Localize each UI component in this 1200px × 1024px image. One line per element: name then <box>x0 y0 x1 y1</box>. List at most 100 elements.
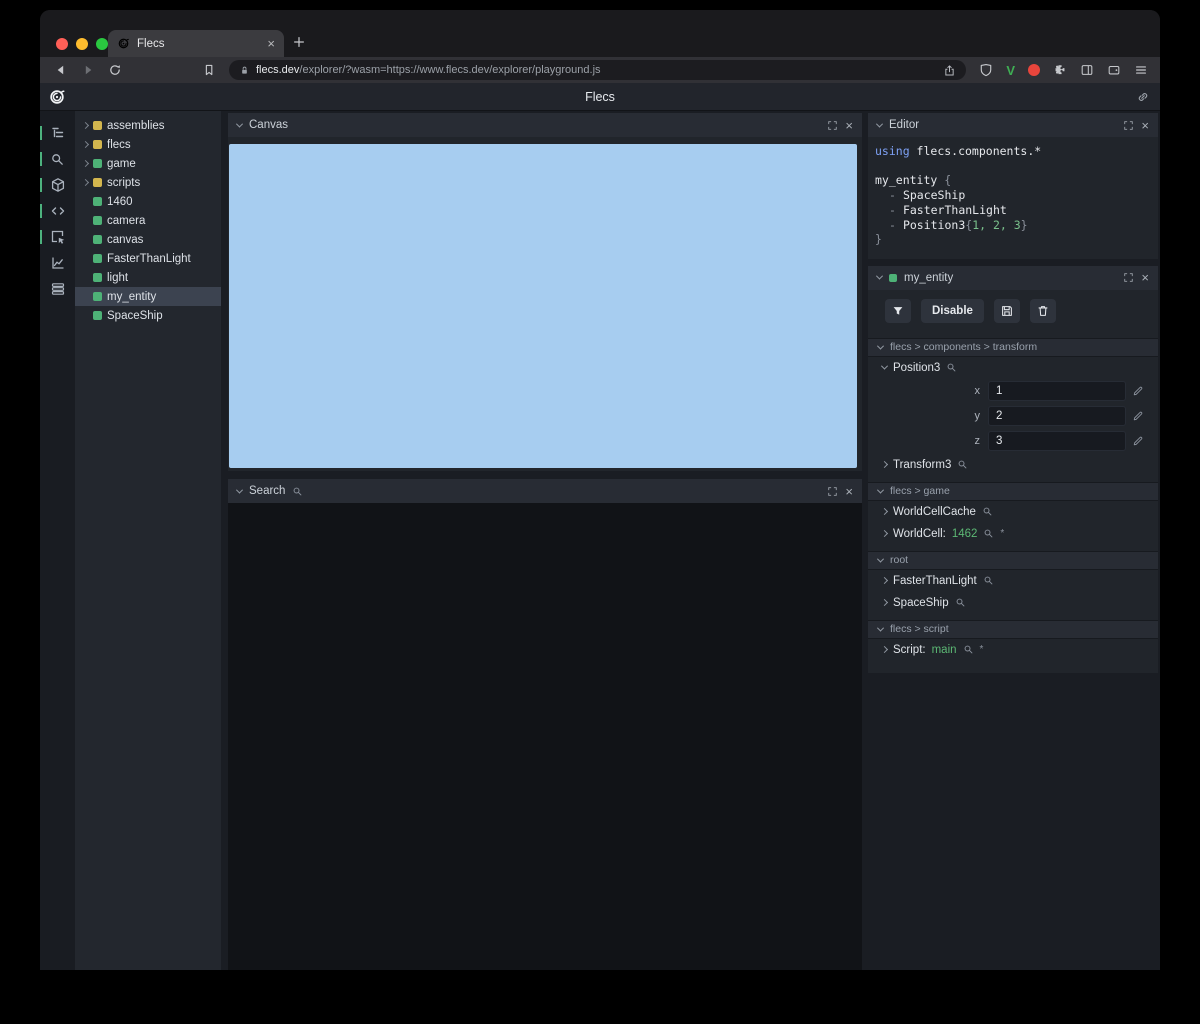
tree-item-assemblies[interactable]: assemblies <box>75 116 221 135</box>
tree-item-spaceship[interactable]: SpaceShip <box>75 306 221 325</box>
expand-icon[interactable] <box>827 486 838 497</box>
delete-button[interactable] <box>1029 298 1056 323</box>
edit-pencil-icon[interactable] <box>1132 385 1144 397</box>
component-row-worldcellcache[interactable]: WorldCellCache <box>868 501 1158 523</box>
magnifier-icon[interactable] <box>982 506 993 517</box>
section-header-script[interactable]: flecs > script <box>868 619 1158 639</box>
search-panel-header: Search × <box>228 479 862 503</box>
share-icon[interactable] <box>943 64 956 77</box>
magnifier-icon[interactable] <box>983 528 994 539</box>
search-panel-body[interactable] <box>228 503 862 970</box>
zoom-window-button[interactable] <box>96 38 108 50</box>
y-value-input[interactable]: 2 <box>988 405 1126 426</box>
close-icon[interactable]: × <box>845 119 853 132</box>
brave-shield-icon[interactable] <box>979 63 993 77</box>
extension-cluster: V <box>1006 63 1148 77</box>
minimize-window-button[interactable] <box>76 38 88 50</box>
browser-tab[interactable]: Flecs × <box>108 30 284 57</box>
tree-item-game[interactable]: game <box>75 154 221 173</box>
tree-item-canvas[interactable]: canvas <box>75 230 221 249</box>
editor-panel-header: Editor × <box>868 113 1158 137</box>
address-bar[interactable]: flecs.dev/explorer/?wasm=https://www.fle… <box>229 60 967 80</box>
code-icon[interactable] <box>40 198 75 224</box>
collapse-icon[interactable] <box>875 120 884 128</box>
tree-item-1460[interactable]: 1460 <box>75 192 221 211</box>
tree-item-scripts[interactable]: scripts <box>75 173 221 192</box>
collapse-icon[interactable] <box>235 120 244 128</box>
expand-icon[interactable] <box>1123 272 1134 283</box>
code-line: using flecs.components.* <box>875 144 1042 158</box>
panel-title: Search <box>249 485 286 497</box>
right-column: Editor × using flecs.components.* my_ent… <box>868 113 1158 970</box>
extension-red-icon[interactable] <box>1028 64 1040 76</box>
inspect-icon[interactable] <box>40 224 75 250</box>
extensions-puzzle-icon[interactable] <box>1053 63 1067 77</box>
tree-item-flecs[interactable]: flecs <box>75 135 221 154</box>
close-tab-icon[interactable]: × <box>267 36 275 51</box>
bookmark-icon[interactable] <box>202 63 216 77</box>
close-icon[interactable]: × <box>1141 119 1149 132</box>
reload-button[interactable] <box>108 63 122 77</box>
component-value: 1462 <box>951 527 978 540</box>
package-icon[interactable] <box>40 172 75 198</box>
sidebar-toggle-icon[interactable] <box>1080 63 1094 77</box>
component-row-position3[interactable]: Position3 <box>868 357 1158 379</box>
tree-item-label: my_entity <box>107 290 157 303</box>
tree-item-my-entity[interactable]: my_entity <box>75 287 221 306</box>
tree-item-light[interactable]: light <box>75 268 221 287</box>
section-header-transform[interactable]: flecs > components > transform <box>868 337 1158 357</box>
chevron-right-icon <box>880 508 889 516</box>
expand-icon[interactable] <box>1123 120 1134 131</box>
expand-icon[interactable] <box>827 120 838 131</box>
forward-button[interactable] <box>81 63 95 77</box>
z-value-input[interactable]: 3 <box>988 430 1126 451</box>
magnifier-icon[interactable] <box>946 362 957 373</box>
edit-pencil-icon[interactable] <box>1132 410 1144 422</box>
tree-view-icon[interactable] <box>40 120 75 146</box>
tree-item-label: canvas <box>107 233 144 246</box>
component-name: SpaceShip <box>893 596 949 609</box>
chevron-right-icon <box>81 178 90 187</box>
render-canvas[interactable] <box>229 144 857 468</box>
component-row-script[interactable]: Script: main * <box>868 639 1158 661</box>
component-row-fasterthanlight[interactable]: FasterThanLight <box>868 570 1158 592</box>
component-name: Script: <box>893 643 926 656</box>
chevron-down-icon <box>876 342 885 350</box>
magnifier-icon[interactable] <box>963 644 974 655</box>
back-button[interactable] <box>54 63 68 77</box>
close-icon[interactable]: × <box>845 485 853 498</box>
section-header-root[interactable]: root <box>868 550 1158 570</box>
save-button[interactable] <box>993 298 1020 323</box>
component-row-transform3[interactable]: Transform3 <box>868 454 1158 476</box>
magnifier-icon[interactable] <box>983 575 994 586</box>
search-icon[interactable] <box>40 146 75 172</box>
edit-pencil-icon[interactable] <box>1132 435 1144 447</box>
inspector-toolbar: Disable <box>868 290 1158 332</box>
menu-icon[interactable] <box>1134 63 1148 77</box>
magnifier-icon[interactable] <box>957 459 968 470</box>
chevron-down-icon <box>876 555 885 563</box>
x-value-input[interactable]: 1 <box>988 380 1126 401</box>
save-icon <box>1000 304 1014 318</box>
close-icon[interactable]: × <box>1141 271 1149 284</box>
wallet-icon[interactable] <box>1107 63 1121 77</box>
component-row-spaceship[interactable]: SpaceShip <box>868 592 1158 614</box>
chart-icon[interactable] <box>40 250 75 276</box>
tree-item-fasterthanlight[interactable]: FasterThanLight <box>75 249 221 268</box>
flecs-logo-icon[interactable] <box>48 88 66 106</box>
tree-item-camera[interactable]: camera <box>75 211 221 230</box>
new-tab-button[interactable] <box>292 35 306 49</box>
filter-button[interactable] <box>885 298 911 323</box>
magnifier-icon[interactable] <box>955 597 966 608</box>
disable-button[interactable]: Disable <box>921 298 984 323</box>
section-header-game[interactable]: flecs > game <box>868 481 1158 501</box>
collapse-icon[interactable] <box>235 486 244 494</box>
code-editor[interactable]: using flecs.components.* my_entity { - Sp… <box>868 137 1158 259</box>
link-icon[interactable] <box>1136 90 1150 104</box>
field-row-y: y 2 <box>868 404 1158 429</box>
component-row-worldcell[interactable]: WorldCell: 1462 * <box>868 523 1158 545</box>
close-window-button[interactable] <box>56 38 68 50</box>
collapse-icon[interactable] <box>875 272 884 281</box>
rows-icon[interactable] <box>40 276 75 302</box>
extension-v-icon[interactable]: V <box>1006 64 1015 77</box>
